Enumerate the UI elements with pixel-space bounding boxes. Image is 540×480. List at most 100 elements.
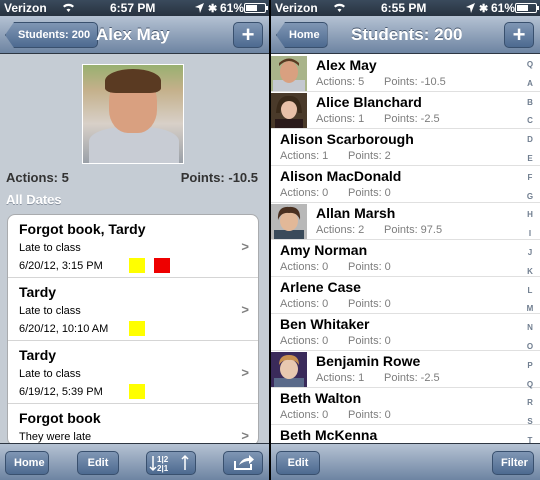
home-back-button[interactable]: Home bbox=[276, 22, 328, 48]
student-actions: Actions: 1 bbox=[316, 113, 365, 125]
index-letter[interactable]: E bbox=[522, 154, 538, 173]
home-button[interactable]: Home bbox=[5, 451, 49, 475]
chevron-right-icon: > bbox=[241, 428, 249, 443]
index-letter[interactable]: B bbox=[522, 98, 538, 117]
index-letter[interactable]: I bbox=[522, 229, 538, 248]
entries-list: Forgot book, Tardy Late to class 6/20/12… bbox=[7, 214, 259, 446]
index-letter[interactable]: P bbox=[522, 361, 538, 380]
index-letter[interactable]: O bbox=[522, 342, 538, 361]
student-points: Points: -10.5 bbox=[384, 76, 446, 88]
sort-icon: 1|2 2|1 bbox=[149, 454, 189, 473]
index-letter[interactable]: Q bbox=[522, 380, 538, 399]
yellow-flag bbox=[129, 384, 145, 399]
list-item[interactable]: Forgot book They were late > bbox=[8, 404, 258, 445]
nav-bar: Home Students: 200 + bbox=[271, 16, 540, 54]
wifi-icon bbox=[63, 3, 74, 12]
edit-button[interactable]: Edit bbox=[77, 451, 119, 475]
student-points: Points: -2.5 bbox=[384, 113, 440, 125]
student-row[interactable]: Ben Whitaker Actions: 0 Points: 0 bbox=[271, 314, 540, 351]
index-search-icon[interactable]: Q bbox=[522, 60, 538, 79]
index-letter[interactable]: N bbox=[522, 323, 538, 342]
student-points: Points: 0 bbox=[348, 298, 391, 310]
filter-button[interactable]: Filter bbox=[492, 451, 534, 475]
clock: 6:55 PM bbox=[381, 1, 427, 15]
student-name: Allan Marsh bbox=[316, 205, 396, 221]
index-letter[interactable]: L bbox=[522, 286, 538, 305]
edit-button[interactable]: Edit bbox=[276, 451, 320, 475]
index-letter[interactable]: M bbox=[522, 304, 538, 323]
alphabet-index[interactable]: Q A B C D E F G H I J K L M N O P Q R S … bbox=[522, 60, 538, 480]
index-letter[interactable]: H bbox=[522, 210, 538, 229]
yellow-flag bbox=[129, 258, 145, 273]
list-item[interactable]: Tardy Late to class 6/20/12, 10:10 AM > bbox=[8, 278, 258, 341]
entry-subtitle: Late to class bbox=[19, 368, 81, 380]
student-actions: Actions: 1 bbox=[316, 372, 365, 384]
index-letter[interactable]: C bbox=[522, 116, 538, 135]
student-row[interactable]: Allan Marsh Actions: 2 Points: 97.5 bbox=[271, 203, 540, 240]
student-row[interactable]: Alison Scarborough Actions: 1 Points: 2 bbox=[271, 129, 540, 166]
student-row[interactable]: Amy Norman Actions: 0 Points: 0 bbox=[271, 240, 540, 277]
student-row[interactable]: Alison MacDonald Actions: 0 Points: 0 bbox=[271, 166, 540, 203]
student-points: Points: 0 bbox=[348, 187, 391, 199]
battery-icon bbox=[244, 3, 268, 13]
student-avatar bbox=[271, 352, 307, 387]
student-list-screen: Verizon 6:55 PM ✱ 61% Home Students: 200… bbox=[271, 0, 540, 480]
student-actions: Actions: 5 bbox=[316, 76, 365, 88]
student-name: Amy Norman bbox=[280, 242, 368, 258]
yellow-flag bbox=[129, 321, 145, 336]
list-item[interactable]: Forgot book, Tardy Late to class 6/20/12… bbox=[8, 215, 258, 278]
add-button[interactable]: + bbox=[233, 22, 263, 48]
entry-subtitle: They were late bbox=[19, 431, 92, 443]
section-header: All Dates bbox=[6, 192, 62, 207]
svg-text:1|2: 1|2 bbox=[157, 455, 169, 464]
student-points: Points: 0 bbox=[348, 335, 391, 347]
share-icon bbox=[234, 455, 254, 470]
student-row[interactable]: Benjamin Rowe Actions: 1 Points: -2.5 bbox=[271, 351, 540, 388]
add-button[interactable]: + bbox=[504, 22, 534, 48]
student-points: Points: 97.5 bbox=[384, 224, 443, 236]
carrier-label: Verizon bbox=[4, 1, 47, 15]
student-actions: Actions: 0 bbox=[280, 187, 329, 199]
nav-bar: Students: 200 Alex May + bbox=[0, 16, 269, 54]
student-actions: Actions: 1 bbox=[280, 150, 329, 162]
student-points: Points: 2 bbox=[348, 150, 391, 162]
student-actions: Actions: 0 bbox=[280, 261, 329, 273]
page-title: Alex May bbox=[96, 25, 170, 44]
student-row[interactable]: Arlene Case Actions: 0 Points: 0 bbox=[271, 277, 540, 314]
index-letter[interactable]: G bbox=[522, 192, 538, 211]
index-letter[interactable]: A bbox=[522, 79, 538, 98]
student-avatar bbox=[271, 56, 307, 91]
battery-icon bbox=[515, 3, 539, 13]
student-row[interactable]: Beth Walton Actions: 0 Points: 0 bbox=[271, 388, 540, 425]
share-button[interactable] bbox=[223, 451, 263, 475]
student-name: Alison Scarborough bbox=[280, 131, 414, 147]
bluetooth-icon: ✱ bbox=[479, 3, 489, 15]
student-points: Points: -2.5 bbox=[384, 372, 440, 384]
index-letter[interactable]: F bbox=[522, 173, 538, 192]
index-letter[interactable]: S bbox=[522, 417, 538, 436]
entry-subtitle: Late to class bbox=[19, 242, 81, 254]
clock: 6:57 PM bbox=[110, 1, 156, 15]
entry-date: 6/19/12, 5:39 PM bbox=[19, 386, 103, 398]
student-name: Alison MacDonald bbox=[280, 168, 402, 184]
chevron-right-icon: > bbox=[241, 239, 249, 254]
svg-text:2|1: 2|1 bbox=[157, 464, 169, 473]
student-row[interactable]: Alice Blanchard Actions: 1 Points: -2.5 bbox=[271, 92, 540, 129]
student-name: Arlene Case bbox=[280, 279, 361, 295]
entry-title: Tardy bbox=[19, 284, 57, 300]
student-row[interactable]: Alex May Actions: 5 Points: -10.5 bbox=[271, 55, 540, 92]
student-actions: Actions: 0 bbox=[280, 409, 329, 421]
student-actions: Actions: 0 bbox=[280, 298, 329, 310]
student-name: Beth Walton bbox=[280, 390, 362, 406]
student-name: Ben Whitaker bbox=[280, 316, 370, 332]
wifi-icon bbox=[334, 3, 345, 12]
sort-button[interactable]: 1|2 2|1 bbox=[146, 451, 196, 475]
entry-date: 6/20/12, 3:15 PM bbox=[19, 260, 103, 272]
list-item[interactable]: Tardy Late to class 6/19/12, 5:39 PM > bbox=[8, 341, 258, 404]
back-button[interactable]: Students: 200 bbox=[5, 22, 99, 48]
student-name: Beth McKenna bbox=[280, 427, 378, 443]
index-letter[interactable]: K bbox=[522, 267, 538, 286]
index-letter[interactable]: R bbox=[522, 398, 538, 417]
index-letter[interactable]: J bbox=[522, 248, 538, 267]
index-letter[interactable]: D bbox=[522, 135, 538, 154]
